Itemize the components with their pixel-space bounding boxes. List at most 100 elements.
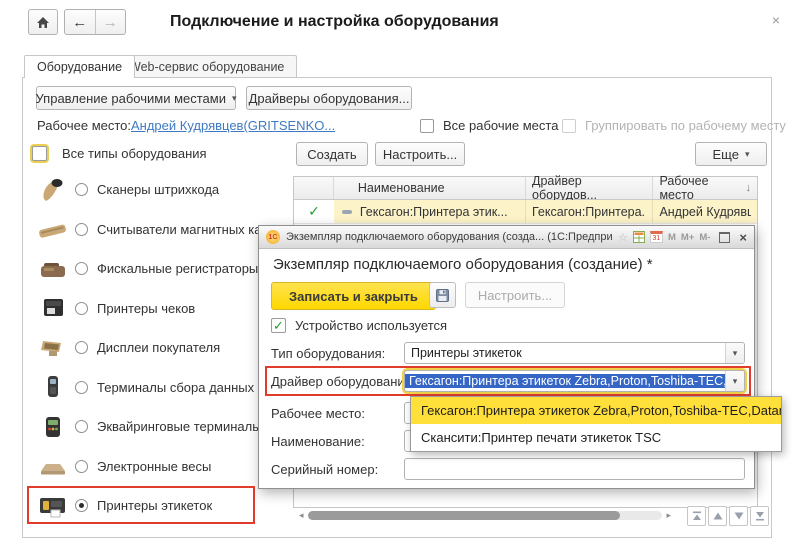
page-title: Подключение и настройка оборудования	[170, 13, 499, 31]
sidebar-item-magnetic-card-readers[interactable]: Считыватели магнитных карт	[31, 210, 283, 249]
back-button[interactable]: ←	[65, 10, 96, 34]
forward-button[interactable]: →	[96, 10, 126, 34]
tab-equipment[interactable]: Оборудование	[24, 55, 135, 78]
sidebar-item-label: Фискальные регистраторы	[97, 261, 258, 276]
calculator-icon[interactable]	[633, 231, 645, 243]
type-field[interactable]: Принтеры этикеток ▾	[404, 342, 745, 364]
serial-label: Серийный номер:	[271, 462, 378, 477]
dialog-workplace-label: Рабочее место:	[271, 406, 365, 421]
radio-customer-displays[interactable]	[75, 341, 88, 354]
receipt-printer-icon	[31, 294, 75, 322]
app-window: ← → Подключение и настройка оборудования…	[0, 0, 800, 545]
go-first-icon	[692, 511, 702, 521]
configure-button[interactable]: Настроить...	[375, 142, 465, 166]
tab-web-service-label: Web-сервис оборудование	[129, 60, 284, 74]
row-workplace-cell: Андрей Кудрявцев...	[653, 200, 757, 223]
scrollbar-track[interactable]	[308, 511, 663, 520]
go-first-button[interactable]	[687, 506, 706, 526]
chevron-down-icon: ▾	[733, 376, 738, 387]
calendar-icon[interactable]: 31	[650, 231, 663, 243]
sidebar-item-customer-displays[interactable]: Дисплеи покупателя	[31, 328, 283, 367]
manage-workplaces-button[interactable]: Управление рабочими местами ▾	[36, 86, 236, 110]
scroll-right-icon[interactable]: ▸	[666, 511, 671, 520]
serial-field[interactable]	[404, 458, 745, 480]
scrollbar-thumb[interactable]	[308, 511, 620, 520]
sidebar-item-label: Считыватели магнитных карт	[97, 222, 274, 237]
sidebar-item-label: Принтеры чеков	[97, 301, 195, 316]
radio-receipt-printers[interactable]	[75, 302, 88, 315]
dialog-titlebar[interactable]: 1С Экземпляр подключаемого оборудования …	[259, 226, 754, 249]
sidebar-item-receipt-printers[interactable]: Принтеры чеков	[31, 289, 283, 328]
driver-combo-button[interactable]: ▾	[725, 371, 744, 391]
home-icon	[36, 16, 50, 29]
table-row[interactable]: ✓ Гексагон:Принтера этик... Гексагон:При…	[294, 200, 757, 224]
dialog-heading: Экземпляр подключаемого оборудования (со…	[273, 256, 653, 273]
go-up-button[interactable]	[708, 506, 727, 526]
home-button[interactable]	[28, 9, 58, 35]
go-last-button[interactable]	[750, 506, 769, 526]
row-driver-cell: Гексагон:Принтера...	[526, 200, 653, 223]
radio-data-collection-terminals[interactable]	[75, 381, 88, 394]
radio-label-printers[interactable]	[75, 499, 88, 512]
radio-acquiring-terminals[interactable]	[75, 420, 88, 433]
table-header-name[interactable]: Наименование	[334, 177, 526, 199]
type-label: Тип оборудования:	[271, 346, 385, 361]
column-label: Рабочее место	[659, 174, 745, 202]
memory-minus-button[interactable]: M-	[699, 232, 710, 243]
table-header-workplace[interactable]: Рабочее место ↓	[653, 177, 757, 199]
sidebar-item-fiscal-registers[interactable]: Фискальные регистраторы	[31, 249, 283, 288]
table-header-driver[interactable]: Драйвер оборудов...	[526, 177, 653, 199]
dropdown-option[interactable]: Гексагон:Принтера этикеток Zebra,Proton,…	[411, 397, 781, 424]
horizontal-scrollbar[interactable]: ◂ ▸	[299, 508, 671, 522]
table-header-status[interactable]	[294, 177, 334, 199]
create-button[interactable]: Создать	[296, 142, 368, 166]
customer-display-icon	[31, 334, 75, 362]
sidebar-item-electronic-scales[interactable]: Электронные весы	[31, 447, 283, 486]
radio-electronic-scales[interactable]	[75, 460, 88, 473]
sidebar-item-label-printers[interactable]: Принтеры этикеток	[31, 486, 283, 525]
save-and-close-button[interactable]: Записать и закрыть	[271, 282, 436, 310]
radio-fiscal-registers[interactable]	[75, 262, 88, 275]
go-down-button[interactable]	[729, 506, 748, 526]
sidebar-item-acquiring-terminals[interactable]: Эквайринговые терминалы	[31, 407, 283, 446]
cell-text: Гексагон:Принтера...	[532, 205, 646, 219]
sidebar-item-barcode-scanners[interactable]: Сканеры штрихкода	[31, 170, 283, 209]
row-active-cell: ✓	[294, 200, 334, 223]
window-close-icon[interactable]: ×	[772, 12, 780, 28]
dialog-close-icon[interactable]: ×	[739, 230, 747, 245]
group-by-workplace-checkbox[interactable]	[562, 119, 576, 133]
manage-workplaces-label: Управление рабочими местами	[36, 91, 226, 106]
chevron-down-icon: ▾	[745, 149, 750, 160]
radio-magnetic-card-readers[interactable]	[75, 223, 88, 236]
driver-field[interactable]: Гексагон:Принтера этикеток Zebra,Proton,…	[404, 370, 745, 392]
serial-input[interactable]	[405, 459, 744, 479]
dropdown-option[interactable]: Скансити:Принтер печати этикеток TSC	[411, 424, 781, 451]
all-workplaces-checkbox[interactable]	[420, 119, 434, 133]
memory-plus-button[interactable]: M+	[681, 232, 694, 243]
save-and-close-label: Записать и закрыть	[289, 289, 418, 304]
equipment-drivers-button[interactable]: Драйверы оборудования...	[246, 86, 412, 110]
device-used-checkbox[interactable]: ✓	[271, 318, 286, 333]
scroll-left-icon[interactable]: ◂	[299, 511, 304, 520]
sidebar-item-label: Электронные весы	[97, 459, 211, 474]
tab-web-service[interactable]: Web-сервис оборудование	[116, 55, 297, 77]
chevron-down-icon: ▾	[232, 93, 237, 104]
sidebar-item-data-collection-terminals[interactable]: Терминалы сбора данных	[31, 368, 283, 407]
workplace-link[interactable]: Андрей Кудрявцев(GRITSENKO...	[131, 118, 335, 133]
driver-label: Драйвер оборудования:	[271, 374, 415, 389]
back-icon: ←	[72, 14, 87, 31]
sidebar-item-label: Эквайринговые терминалы	[97, 419, 262, 434]
workplace-label: Рабочее место:	[37, 118, 131, 133]
go-up-icon	[713, 512, 723, 520]
favorites-star-icon[interactable]: ☆	[618, 231, 628, 244]
memory-button[interactable]: M	[668, 232, 676, 243]
radio-barcode-scanners[interactable]	[75, 183, 88, 196]
chevron-down-icon: ▾	[733, 348, 738, 359]
maximize-icon[interactable]	[719, 232, 730, 243]
dialog-configure-button[interactable]: Настроить...	[465, 282, 565, 308]
save-button[interactable]	[429, 282, 456, 308]
more-button[interactable]: Еще ▾	[695, 142, 767, 166]
all-equipment-types-checkbox[interactable]	[32, 146, 47, 161]
configure-label: Настроить...	[383, 147, 457, 162]
type-combo-button[interactable]: ▾	[725, 343, 744, 363]
